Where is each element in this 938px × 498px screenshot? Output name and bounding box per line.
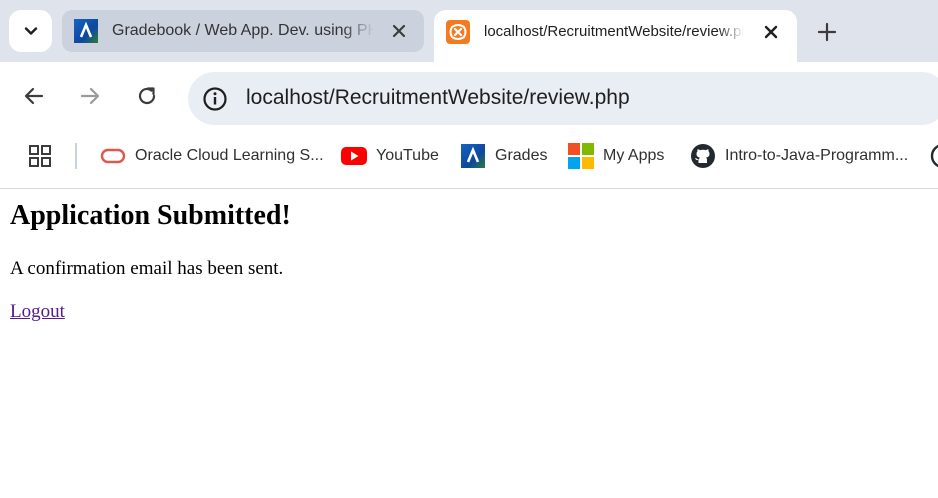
bookmark-label: My Apps [603,147,665,164]
github-icon [690,143,716,169]
tab-search-button[interactable] [9,10,52,52]
grades-icon [460,143,486,169]
gradebook-favicon [74,19,98,43]
forward-button[interactable] [76,82,104,110]
tab-gradebook[interactable]: Gradebook / Web App. Dev. using PHP [62,10,424,52]
close-icon [392,24,406,38]
url-text[interactable]: localhost/RecruitmentWebsite/review.php [246,86,630,110]
address-bar[interactable]: localhost/RecruitmentWebsite/review.php [188,72,938,125]
close-tab-button[interactable] [389,21,409,41]
tab-title: Gradebook / Web App. Dev. using PHP [112,22,374,39]
browser-toolbar: localhost/RecruitmentWebsite/review.php [0,62,938,126]
page-title: Application Submitted! [10,200,291,231]
globe-icon [930,143,938,169]
logout-link[interactable]: Logout [10,301,65,323]
bookmark-my-apps[interactable]: My Apps [568,140,664,172]
bookmark-label: Grades [495,147,548,164]
bookmark-youtube[interactable]: YouTube [341,140,439,172]
tab-review[interactable]: localhost/RecruitmentWebsite/review.php [434,10,797,62]
bookmark-overflow[interactable] [930,140,938,172]
reload-button[interactable] [133,82,161,110]
bookmarks-bar: Oracle Cloud Learning S... YouTube Grade… [0,126,938,189]
tab-title: localhost/RecruitmentWebsite/review.php [484,23,744,40]
chevron-down-icon [24,27,37,35]
reload-icon [138,87,156,105]
bookmarks-divider [75,143,77,169]
bookmark-grades[interactable]: Grades [460,140,547,172]
back-button[interactable] [20,82,48,110]
bookmark-label: Oracle Cloud Learning S... [135,147,324,164]
youtube-icon [341,143,367,169]
close-icon [764,25,778,39]
arrow-left-icon [24,87,44,105]
new-tab-button[interactable] [811,16,843,48]
bookmark-label: YouTube [376,147,439,164]
bookmark-oracle[interactable]: Oracle Cloud Learning S... [100,140,324,172]
bookmark-intro-to-java[interactable]: Intro-to-Java-Programm... [690,140,908,172]
plus-icon [817,22,837,42]
xampp-favicon [446,20,470,44]
tab-strip: Gradebook / Web App. Dev. using PHP loca… [0,0,938,62]
bookmark-label: Intro-to-Java-Programm... [725,147,909,164]
info-icon[interactable] [202,86,228,112]
apps-grid-icon[interactable] [28,144,52,168]
microsoft-icon [568,143,594,169]
close-tab-button[interactable] [761,22,781,42]
arrow-right-icon [80,87,100,105]
oracle-icon [100,143,126,169]
confirmation-message: A confirmation email has been sent. [10,258,284,279]
